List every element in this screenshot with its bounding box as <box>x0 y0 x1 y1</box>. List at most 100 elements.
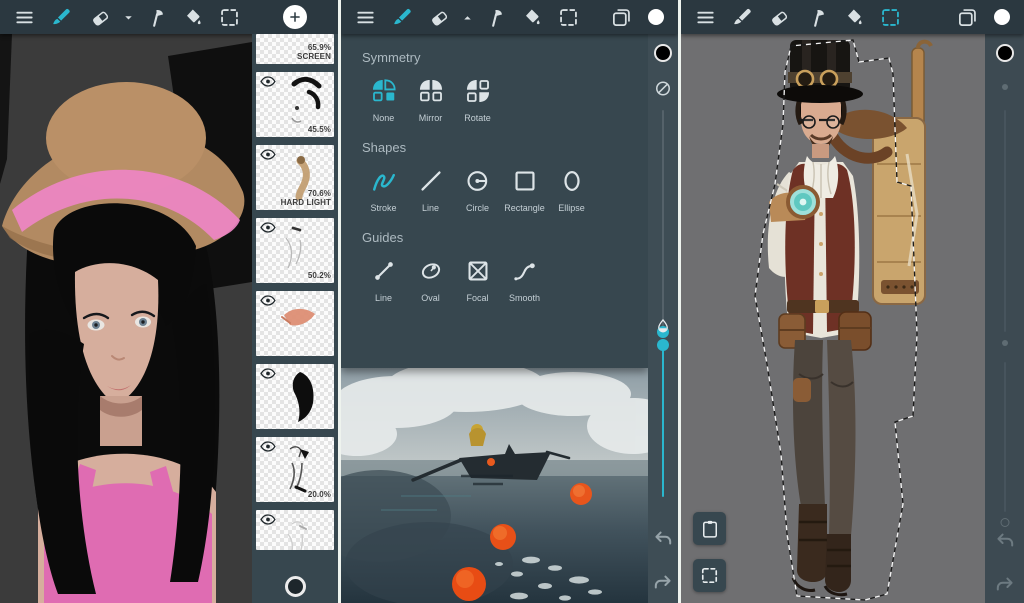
layer-blend-mode: SCREEN <box>297 52 331 62</box>
drawing-canvas-character[interactable] <box>681 34 1024 603</box>
transparent-color-icon[interactable] <box>655 80 672 97</box>
option-label: Oval <box>421 293 440 303</box>
paste-icon <box>700 519 720 539</box>
shape-option-circle[interactable]: Circle <box>456 168 499 213</box>
drawing-canvas-boat[interactable] <box>341 368 648 603</box>
shape-option-rectangle[interactable]: Rectangle <box>503 168 546 213</box>
opacity-slider-track[interactable] <box>1004 362 1006 512</box>
layer-item[interactable]: 70.6%HARD LIGHT <box>256 145 334 210</box>
redo-icon[interactable] <box>652 572 674 594</box>
menu-icon[interactable] <box>6 0 43 34</box>
drawing-canvas-girl[interactable] <box>0 34 252 603</box>
guide-option-smooth[interactable]: Smooth <box>503 258 546 303</box>
shapes-section: Shapes Stroke Line <box>362 140 648 213</box>
section-title: Shapes <box>362 140 648 155</box>
opacity-slider-track[interactable] <box>662 347 664 497</box>
smudge-tool-icon[interactable] <box>137 0 174 34</box>
layers-sidebar-footer <box>252 576 338 597</box>
layers-panel-icon[interactable] <box>949 0 986 34</box>
layers-panel-icon[interactable] <box>603 0 640 34</box>
smudge-tool-icon[interactable] <box>476 0 513 34</box>
middle-side-strip <box>648 34 678 603</box>
eye-icon[interactable] <box>260 441 276 452</box>
shape-option-stroke[interactable]: Stroke <box>362 168 405 213</box>
selection-tool-button[interactable] <box>693 559 726 592</box>
water-drop-icon[interactable] <box>1002 340 1008 346</box>
caret-down-icon[interactable] <box>119 0 137 34</box>
brush-tool-icon[interactable] <box>724 0 761 34</box>
brush-size-slider-track[interactable] <box>1004 110 1006 332</box>
option-label: Line <box>422 203 439 213</box>
guide-focal-icon <box>465 258 491 284</box>
layer-color-button[interactable] <box>285 576 306 597</box>
eraser-tool-icon[interactable] <box>421 0 458 34</box>
eye-icon[interactable] <box>260 295 276 306</box>
symmetry-option-none[interactable]: None <box>362 78 405 123</box>
ellipse-icon <box>559 168 585 194</box>
guides-section: Guides Line <box>362 230 648 303</box>
eraser-tool-icon[interactable] <box>82 0 119 34</box>
eye-icon[interactable] <box>260 368 276 379</box>
add-layer-button[interactable] <box>283 5 307 29</box>
option-label: Rotate <box>464 113 491 123</box>
brush-tool-icon[interactable] <box>384 0 421 34</box>
secondary-color-circle[interactable] <box>654 44 672 62</box>
layer-item[interactable] <box>256 291 334 356</box>
shape-option-line[interactable]: Line <box>409 168 452 213</box>
fill-tool-icon[interactable] <box>174 0 211 34</box>
symmetry-option-rotate[interactable]: Rotate <box>456 78 499 123</box>
layers-sidebar: 65.9%SCREEN 45.5% <box>252 0 338 603</box>
layer-item[interactable]: 50.2% <box>256 218 334 283</box>
smudge-tool-icon[interactable] <box>798 0 835 34</box>
layer-item[interactable]: 20.0% <box>256 437 334 502</box>
section-title: Guides <box>362 230 648 245</box>
primary-color-circle[interactable] <box>994 9 1010 25</box>
select-tool-icon[interactable] <box>872 0 909 34</box>
layer-item[interactable]: 45.5% <box>256 72 334 137</box>
secondary-color-circle[interactable] <box>996 44 1014 62</box>
layer-item[interactable]: 65.9%SCREEN <box>256 34 334 64</box>
brush-tool-icon[interactable] <box>43 0 80 34</box>
eye-icon[interactable] <box>260 149 276 160</box>
symmetry-section: Symmetry None <box>362 50 648 123</box>
undo-icon[interactable] <box>652 528 674 550</box>
guide-option-oval[interactable]: Oval <box>409 258 452 303</box>
eye-icon[interactable] <box>260 222 276 233</box>
guide-line-icon <box>371 258 397 284</box>
undo-icon[interactable] <box>994 530 1016 552</box>
water-drop-icon[interactable] <box>655 318 671 334</box>
option-label: None <box>373 113 395 123</box>
redo-icon[interactable] <box>994 574 1016 596</box>
eye-icon[interactable] <box>260 514 276 525</box>
fill-tool-icon[interactable] <box>835 0 872 34</box>
fill-tool-icon[interactable] <box>513 0 550 34</box>
layer-item[interactable] <box>256 510 334 550</box>
selection-tool-icon <box>700 566 719 585</box>
boat-painting <box>341 368 648 603</box>
paste-button[interactable] <box>693 512 726 545</box>
eraser-tool-icon[interactable] <box>761 0 798 34</box>
transparent-color-icon[interactable] <box>1002 84 1008 90</box>
symmetry-option-mirror[interactable]: Mirror <box>409 78 452 123</box>
opacity-slider-thumb[interactable] <box>1000 518 1009 527</box>
primary-color-circle[interactable] <box>648 9 664 25</box>
eye-icon[interactable] <box>260 76 276 87</box>
layer-item[interactable] <box>256 364 334 429</box>
layer-opacity: 50.2% <box>308 271 331 281</box>
steampunk-character <box>681 34 1024 603</box>
layer-list: 65.9%SCREEN 45.5% <box>252 34 338 603</box>
shape-option-ellipse[interactable]: Ellipse <box>550 168 593 213</box>
right-side-strip <box>985 34 1024 603</box>
layer-opacity: 65.9% <box>297 43 331 53</box>
girl-painting <box>0 34 252 603</box>
guide-option-line[interactable]: Line <box>362 258 405 303</box>
menu-icon[interactable] <box>347 0 384 34</box>
brush-size-slider-track[interactable] <box>662 110 664 332</box>
caret-up-icon[interactable] <box>458 0 476 34</box>
option-label: Circle <box>466 203 489 213</box>
select-tool-icon[interactable] <box>550 0 587 34</box>
option-label: Ellipse <box>558 203 585 213</box>
select-tool-icon[interactable] <box>211 0 248 34</box>
guide-option-focal[interactable]: Focal <box>456 258 499 303</box>
menu-icon[interactable] <box>687 0 724 34</box>
